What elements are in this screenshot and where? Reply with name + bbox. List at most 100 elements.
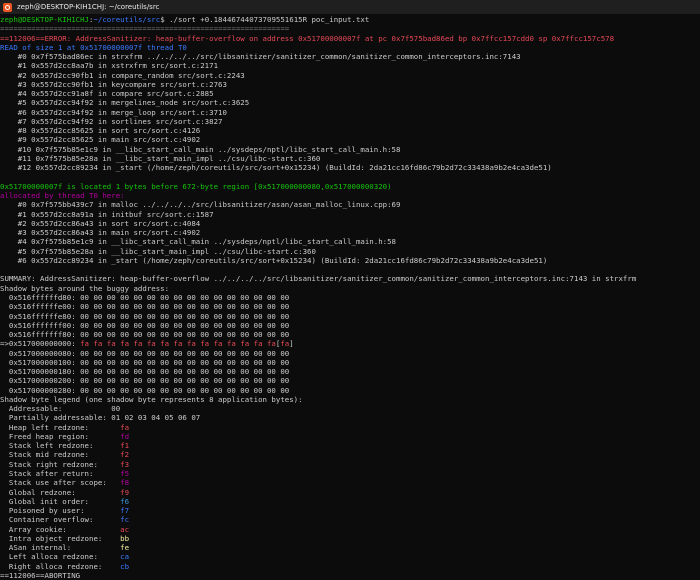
terminal-text: #12 0x557d2cc89234 in _start (/home/zeph… (0, 163, 552, 173)
terminal-line: #4 0x557d2cc91a8f in compare src/sort.c:… (0, 89, 700, 98)
ubuntu-icon (3, 2, 12, 12)
terminal-line: Stack mid redzone: f2 (0, 450, 700, 459)
terminal-line: ==112006==ERROR: AddressSanitizer: heap-… (0, 34, 700, 43)
terminal-line: #12 0x557d2cc89234 in _start (/home/zeph… (0, 163, 700, 172)
terminal-text: #0 0x7f575bad86ec in strxfrm ../../../..… (0, 52, 521, 62)
terminal-text: Container overflow: (0, 515, 121, 525)
terminal-text: Partially addressable: 01 02 03 04 05 06… (0, 413, 201, 423)
terminal-line: #1 0x557d2cc8a91a in initbuf src/sort.c:… (0, 210, 700, 219)
terminal-line: #0 0x7f575bb439c7 in malloc ../../../../… (0, 200, 700, 209)
terminal-text: $ ./sort +0.18446744073709551615R poc_in… (160, 15, 370, 24)
terminal-text: #2 0x557d2cc90fb1 in compare_random src/… (0, 70, 245, 80)
terminal-text: Stack use after scope: (0, 478, 121, 488)
terminal-text: ] (289, 339, 294, 349)
terminal-text: Intra object redzone: (0, 533, 121, 543)
terminal-text: Shadow byte legend (one shadow byte repr… (0, 394, 303, 404)
terminal-text: #6 0x557d2cc94f92 in merge_loop src/sort… (0, 107, 227, 117)
terminal-line: Poisoned by user: f7 (0, 506, 700, 515)
terminal-text: 0x517000000080: 00 00 00 00 00 00 00 00 … (0, 348, 290, 358)
window-title: zeph@DESKTOP-KIH1CHJ: ~/coreutils/src (17, 3, 160, 11)
terminal-line: Shadow bytes around the buggy address: (0, 284, 700, 293)
terminal-line: #2 0x557d2cc86a43 in sort src/sort.c:408… (0, 219, 700, 228)
terminal-text: READ of size 1 at 0x51700000007f thread … (0, 42, 187, 52)
terminal-text: fc (120, 515, 130, 525)
terminal-output[interactable]: zeph@DESKTOP-KIH1CHJ:~/coreutils/src$ ./… (0, 14, 700, 580)
terminal-text: Right alloca redzone: (0, 561, 121, 571)
terminal-text: ~/coreutils/src (93, 15, 161, 24)
terminal-line: #3 0x557d2cc86a43 in main src/sort.c:490… (0, 228, 700, 237)
terminal-text: 0x517000000180: 00 00 00 00 00 00 00 00 … (0, 367, 290, 377)
terminal-text: fa (280, 339, 290, 349)
terminal-text: Stack mid redzone: (0, 450, 121, 460)
terminal-text: #5 0x557d2cc94f92 in mergelines_node src… (0, 98, 250, 108)
terminal-line: 0x517000000080: 00 00 00 00 00 00 00 00 … (0, 349, 700, 358)
terminal-text: Stack right redzone: (0, 459, 121, 469)
terminal-text: =>0x517000000000: (0, 339, 81, 349)
terminal-line: Array cookie: ac (0, 525, 700, 534)
terminal-line: #9 0x557d2cc85625 in main src/sort.c:490… (0, 135, 700, 144)
terminal-line: 0x516fffffff00: 00 00 00 00 00 00 00 00 … (0, 321, 700, 330)
terminal-line: READ of size 1 at 0x51700000007f thread … (0, 43, 700, 52)
terminal-text: allocated by thread T0 here: (0, 191, 125, 201)
terminal-line: =>0x517000000000: fa fa fa fa fa fa fa f… (0, 339, 700, 348)
terminal-line: #5 0x557d2cc94f92 in mergelines_node src… (0, 98, 700, 107)
terminal-text: Global init order: (0, 496, 121, 506)
terminal-line: #11 0x7f575b85e28a in __libc_start_main_… (0, 154, 700, 163)
terminal-text: #3 0x557d2cc86a43 in main src/sort.c:490… (0, 228, 201, 238)
terminal-text: ==112006==ABORTING (0, 570, 81, 580)
terminal-line: Global init order: f6 (0, 497, 700, 506)
terminal-line: Global redzone: f9 (0, 488, 700, 497)
terminal-line: 0x516ffffffd80: 00 00 00 00 00 00 00 00 … (0, 293, 700, 302)
terminal-line: Intra object redzone: bb (0, 534, 700, 543)
terminal-text: 0x516fffffff80: 00 00 00 00 00 00 00 00 … (0, 330, 290, 340)
terminal-line: #6 0x557d2cc94f92 in merge_loop src/sort… (0, 108, 700, 117)
terminal-line: #1 0x557d2cc8aa7b in xstrxfrm src/sort.c… (0, 61, 700, 70)
terminal-line: #5 0x7f575b85e28a in __libc_start_main_i… (0, 247, 700, 256)
terminal-line: ========================================… (0, 24, 700, 33)
terminal-line: Addressable: 00 (0, 404, 700, 413)
terminal-text: #1 0x557d2cc8aa7b in xstrxfrm src/sort.c… (0, 61, 219, 71)
terminal-line: #6 0x557d2cc89234 in _start (/home/zeph/… (0, 256, 700, 265)
terminal-text: Shadow bytes around the buggy address: (0, 283, 170, 293)
terminal-line: #4 0x7f575b85e1c9 in __libc_start_call_m… (0, 237, 700, 246)
terminal-line: zeph@DESKTOP-KIH1CHJ:~/coreutils/src$ ./… (0, 15, 700, 24)
terminal-text: fd (120, 431, 130, 441)
terminal-line: Stack left redzone: f1 (0, 441, 700, 450)
terminal-text: zeph@DESKTOP-KIH1CHJ (0, 15, 89, 24)
terminal-text: 0x516fffffff00: 00 00 00 00 00 00 00 00 … (0, 320, 290, 330)
terminal-line: 0x517000000100: 00 00 00 00 00 00 00 00 … (0, 358, 700, 367)
terminal-text: Stack after return: (0, 469, 121, 479)
terminal-line: 0x516ffffffe00: 00 00 00 00 00 00 00 00 … (0, 302, 700, 311)
terminal-text: SUMMARY: AddressSanitizer: heap-buffer-o… (0, 274, 637, 284)
terminal-text: fa fa fa fa fa fa fa fa fa fa fa fa fa f… (80, 339, 276, 349)
terminal-text: 0x516ffffffe00: 00 00 00 00 00 00 00 00 … (0, 302, 290, 312)
terminal-line: Left alloca redzone: ca (0, 552, 700, 561)
terminal-text: f1 (120, 441, 130, 451)
terminal-line: Stack right redzone: f3 (0, 460, 700, 469)
terminal-text: #7 0x557d2cc94f92 in sortlines src/sort.… (0, 116, 223, 126)
terminal-line: 0x516ffffffe80: 00 00 00 00 00 00 00 00 … (0, 312, 700, 321)
terminal-line: Shadow byte legend (one shadow byte repr… (0, 395, 700, 404)
terminal-line: #0 0x7f575bad86ec in strxfrm ../../../..… (0, 52, 700, 61)
terminal-line: ASan internal: fe (0, 543, 700, 552)
terminal-text: 0x517000000100: 00 00 00 00 00 00 00 00 … (0, 357, 290, 367)
terminal-line: Partially addressable: 01 02 03 04 05 06… (0, 413, 700, 422)
terminal-line: Stack use after scope: f8 (0, 478, 700, 487)
terminal-line: #7 0x557d2cc94f92 in sortlines src/sort.… (0, 117, 700, 126)
terminal-text: #11 0x7f575b85e28a in __libc_start_main_… (0, 153, 321, 163)
terminal-text: #8 0x557d2cc85625 in sort src/sort.c:412… (0, 126, 201, 136)
terminal-line: #2 0x557d2cc90fb1 in compare_random src/… (0, 71, 700, 80)
terminal-text: f9 (120, 487, 130, 497)
terminal-text: #5 0x7f575b85e28a in __libc_start_main_i… (0, 246, 316, 256)
terminal-line: 0x517000000280: 00 00 00 00 00 00 00 00 … (0, 386, 700, 395)
terminal-line: allocated by thread T0 here: (0, 191, 700, 200)
terminal-text: f5 (120, 469, 130, 479)
terminal-text: f6 (120, 496, 130, 506)
window-titlebar[interactable]: zeph@DESKTOP-KIH1CHJ: ~/coreutils/src (0, 0, 700, 14)
terminal-text: ASan internal: (0, 543, 121, 553)
terminal-line: 0x517000000200: 00 00 00 00 00 00 00 00 … (0, 376, 700, 385)
terminal-text: #10 0x7f575b85e1c9 in __libc_start_call_… (0, 144, 401, 154)
terminal-text: #4 0x7f575b85e1c9 in __libc_start_call_m… (0, 237, 397, 247)
